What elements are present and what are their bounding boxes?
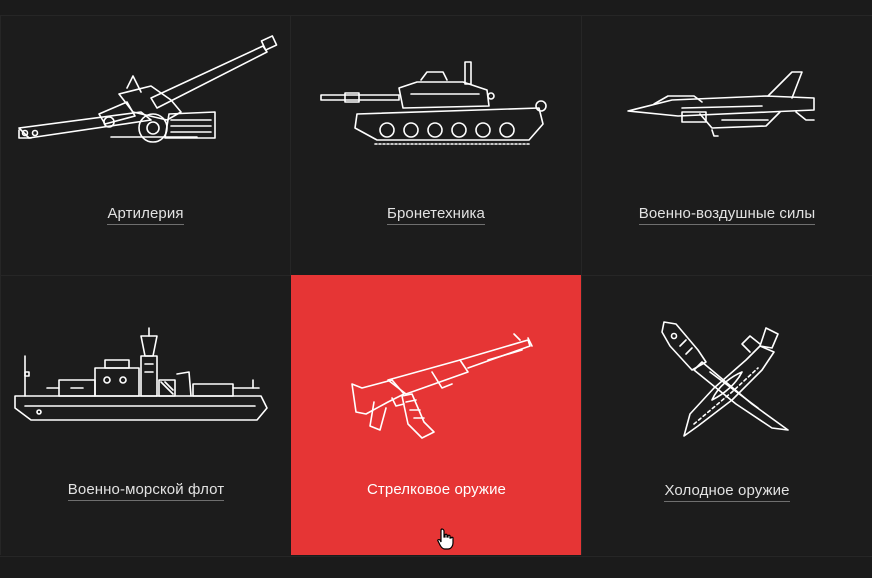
artillery-icon [18, 35, 278, 143]
grid-bottom-border [0, 556, 872, 557]
category-label: Стрелковое оружие [366, 481, 506, 498]
rifle-icon [351, 333, 533, 439]
category-tile-navy[interactable]: Военно-морской флот [0, 275, 291, 555]
category-tile-air-force[interactable]: Военно-воздушные силы [581, 15, 872, 275]
tank-icon [320, 61, 547, 145]
fighter-jet-icon [627, 71, 815, 137]
category-tile-armor[interactable]: Бронетехника [290, 15, 581, 275]
category-label: Артилерия [1, 205, 290, 225]
category-label: Военно-морской флот [1, 481, 291, 501]
category-label: Военно-воздушные силы [582, 205, 872, 225]
category-label: Бронетехника [291, 205, 581, 225]
category-tile-artillery[interactable]: Артилерия [0, 15, 290, 275]
category-tile-small-arms[interactable]: Стрелковое оружие [291, 275, 581, 555]
hand-pointer-icon [437, 528, 454, 550]
category-label: Холодное оружие [582, 482, 872, 502]
warship-icon [14, 327, 268, 421]
category-grid: Артилерия Бронетехника Военно-воздушные … [0, 15, 872, 556]
category-tile-cold-weapons[interactable]: Холодное оружие [581, 275, 872, 555]
knives-icon [661, 321, 789, 437]
